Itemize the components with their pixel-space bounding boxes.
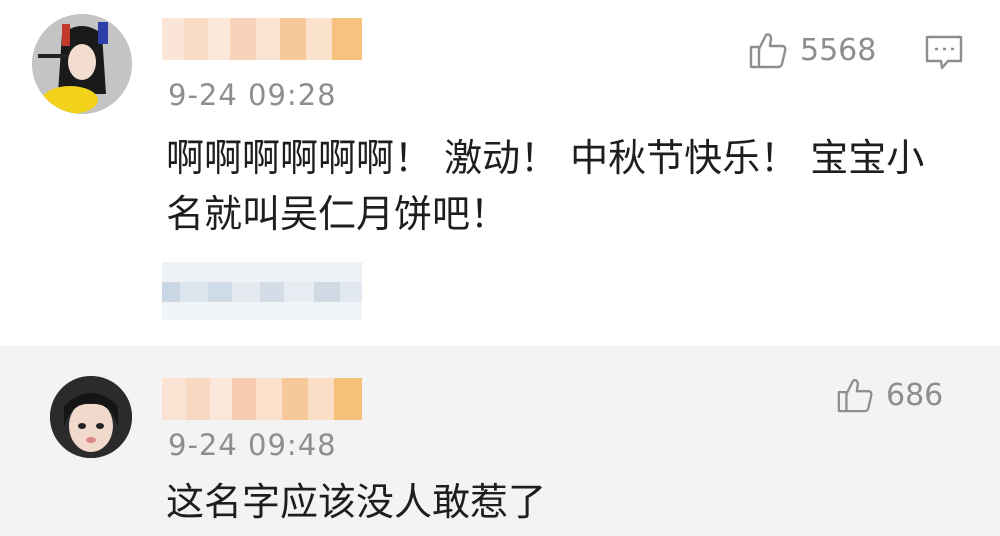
thumbs-up-icon bbox=[837, 379, 873, 413]
username-redacted[interactable] bbox=[162, 378, 362, 420]
reply-button[interactable] bbox=[924, 34, 964, 76]
like-count: 686 bbox=[886, 377, 944, 413]
comment-timestamp: 9-24 09:48 bbox=[168, 428, 337, 462]
thumbs-up-icon bbox=[749, 33, 787, 69]
comment-item: 9-24 09:28 啊啊啊啊啊啊！ 激动！ 中秋节快乐！ 宝宝小 名就叫吴仁月… bbox=[0, 0, 1000, 346]
avatar[interactable] bbox=[50, 376, 132, 458]
comment-bubble-icon bbox=[925, 35, 963, 70]
comment-text-line: 名就叫吴仁月饼吧！ bbox=[166, 192, 509, 236]
comment-item: 9-24 09:48 这名字应该没人敢惹了 686 bbox=[0, 346, 1000, 536]
like-button[interactable]: 686 bbox=[836, 376, 943, 414]
reply-preview-redacted[interactable] bbox=[162, 262, 362, 322]
like-button[interactable]: 5568 bbox=[748, 30, 876, 70]
comment-text: 啊啊啊啊啊啊！ 激动！ 中秋节快乐！ 宝宝小 名就叫吴仁月饼吧！ bbox=[166, 130, 936, 242]
comment-text: 这名字应该没人敢惹了 bbox=[166, 474, 936, 530]
avatar[interactable] bbox=[32, 14, 132, 114]
username-redacted[interactable] bbox=[162, 18, 362, 60]
comment-text-line: 这名字应该没人敢惹了 bbox=[166, 480, 547, 524]
comment-text-line: 啊啊啊啊啊啊！ 激动！ 中秋节快乐！ 宝宝小 bbox=[166, 136, 925, 180]
comment-timestamp: 9-24 09:28 bbox=[168, 78, 337, 112]
like-count: 5568 bbox=[800, 32, 877, 68]
